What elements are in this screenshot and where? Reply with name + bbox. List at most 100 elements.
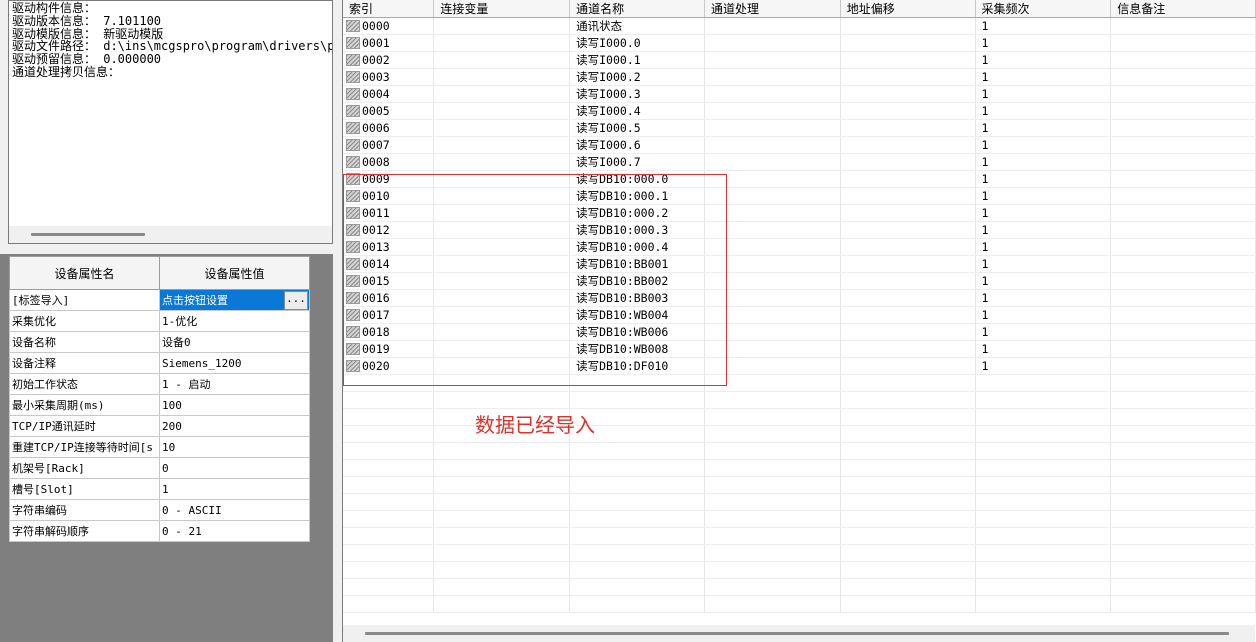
prop-value[interactable]: Siemens_1200: [159, 352, 310, 374]
channel-row[interactable]: [343, 459, 1256, 477]
cell-variable[interactable]: [433, 51, 571, 69]
prop-row[interactable]: 最小采集周期(ms) 100: [9, 394, 310, 416]
channel-row[interactable]: 0012 读写DB10:000.3 1: [343, 221, 1256, 239]
cell-variable[interactable]: [433, 374, 571, 392]
prop-row[interactable]: 字符串解码顺序 0 - 21: [9, 520, 310, 542]
cell-variable[interactable]: [433, 289, 571, 307]
prop-value[interactable]: 1 - 启动: [159, 373, 310, 395]
prop-value[interactable]: 200: [159, 415, 310, 437]
cell-variable[interactable]: [433, 459, 571, 477]
tag-import-button[interactable]: ...: [284, 291, 308, 310]
channel-row[interactable]: 0010 读写DB10:000.1 1: [343, 187, 1256, 205]
cell-variable[interactable]: [433, 357, 571, 375]
channel-row[interactable]: [343, 544, 1256, 562]
cell-variable[interactable]: [433, 476, 571, 494]
channel-row[interactable]: 0005 读写I000.4 1: [343, 102, 1256, 120]
prop-value[interactable]: 0 - 21: [159, 520, 310, 542]
prop-row[interactable]: 采集优化 1-优化: [9, 310, 310, 332]
cell-variable[interactable]: [433, 102, 571, 120]
cell-variable[interactable]: [433, 323, 571, 341]
prop-value[interactable]: 10: [159, 436, 310, 458]
cell-variable[interactable]: [433, 153, 571, 171]
prop-value[interactable]: 1: [159, 478, 310, 500]
prop-row[interactable]: [标签导入] 点击按钮设置...: [9, 289, 310, 311]
prop-value[interactable]: 设备0: [159, 331, 310, 353]
grid-horizontal-scrollbar[interactable]: [343, 625, 1255, 642]
header-prop-name[interactable]: 设备属性名: [9, 256, 160, 290]
channel-row[interactable]: [343, 578, 1256, 596]
prop-value[interactable]: 点击按钮设置...: [159, 289, 310, 311]
channel-row[interactable]: 0001 读写I000.0 1: [343, 34, 1256, 52]
prop-row[interactable]: 字符串编码 0 - ASCII: [9, 499, 310, 521]
channel-row[interactable]: 0004 读写I000.3 1: [343, 85, 1256, 103]
cell-variable[interactable]: [433, 272, 571, 290]
channel-row[interactable]: [343, 561, 1256, 579]
channel-row[interactable]: 0016 读写DB10:BB003 1: [343, 289, 1256, 307]
grid-scroll-thumb[interactable]: [365, 632, 1229, 635]
column-header[interactable]: 地址偏移: [840, 0, 976, 18]
channel-row[interactable]: 0011 读写DB10:000.2 1: [343, 204, 1256, 222]
cell-variable[interactable]: [433, 34, 571, 52]
prop-row[interactable]: 设备注释 Siemens_1200: [9, 352, 310, 374]
channel-row[interactable]: [343, 442, 1256, 460]
cell-variable[interactable]: [433, 510, 571, 528]
cell-variable[interactable]: [433, 340, 571, 358]
channel-row[interactable]: 0003 读写I000.2 1: [343, 68, 1256, 86]
cell-variable[interactable]: [433, 17, 571, 35]
cell-variable[interactable]: [433, 68, 571, 86]
channel-row[interactable]: 0017 读写DB10:WB004 1: [343, 306, 1256, 324]
channel-row[interactable]: 0014 读写DB10:BB001 1: [343, 255, 1256, 273]
cell-variable[interactable]: [433, 136, 571, 154]
channel-row[interactable]: 0019 读写DB10:WB008 1: [343, 340, 1256, 358]
column-header[interactable]: 信息备注: [1110, 0, 1256, 18]
channel-row[interactable]: 0002 读写I000.1 1: [343, 51, 1256, 69]
channel-row[interactable]: 0009 读写DB10:000.0 1: [343, 170, 1256, 188]
cell-variable[interactable]: [433, 493, 571, 511]
channel-row[interactable]: [343, 374, 1256, 392]
channel-row[interactable]: 0006 读写I000.5 1: [343, 119, 1256, 137]
cell-variable[interactable]: [433, 595, 571, 613]
cell-variable[interactable]: [433, 561, 571, 579]
prop-row[interactable]: TCP/IP通讯延时 200: [9, 415, 310, 437]
prop-row[interactable]: 机架号[Rack] 0: [9, 457, 310, 479]
cell-variable[interactable]: [433, 170, 571, 188]
channel-row[interactable]: 0013 读写DB10:000.4 1: [343, 238, 1256, 256]
channel-row[interactable]: [343, 476, 1256, 494]
info-scroll-thumb[interactable]: [31, 233, 145, 236]
prop-row[interactable]: 设备名称 设备0: [9, 331, 310, 353]
cell-variable[interactable]: [433, 306, 571, 324]
channel-row[interactable]: [343, 527, 1256, 545]
column-header[interactable]: 连接变量: [433, 0, 571, 18]
channel-row[interactable]: [343, 510, 1256, 528]
prop-value[interactable]: 0 - ASCII: [159, 499, 310, 521]
header-prop-value[interactable]: 设备属性值: [159, 256, 310, 290]
pane-splitter[interactable]: [333, 0, 342, 642]
cell-variable[interactable]: [433, 255, 571, 273]
cell-variable[interactable]: [433, 85, 571, 103]
channel-row[interactable]: 0008 读写I000.7 1: [343, 153, 1256, 171]
prop-value[interactable]: 0: [159, 457, 310, 479]
cell-variable[interactable]: [433, 544, 571, 562]
prop-value[interactable]: 100: [159, 394, 310, 416]
info-horizontal-scrollbar[interactable]: [9, 226, 332, 243]
cell-variable[interactable]: [433, 578, 571, 596]
cell-variable[interactable]: [433, 119, 571, 137]
channel-row[interactable]: [343, 595, 1256, 613]
prop-row[interactable]: 槽号[Slot] 1: [9, 478, 310, 500]
cell-variable[interactable]: [433, 442, 571, 460]
prop-value[interactable]: 1-优化: [159, 310, 310, 332]
channel-row[interactable]: 0018 读写DB10:WB006 1: [343, 323, 1256, 341]
cell-variable[interactable]: [433, 238, 571, 256]
column-header[interactable]: 索引: [343, 0, 435, 18]
channel-row[interactable]: 0015 读写DB10:BB002 1: [343, 272, 1256, 290]
cell-variable[interactable]: [433, 391, 571, 409]
prop-row[interactable]: 初始工作状态 1 - 启动: [9, 373, 310, 395]
column-header[interactable]: 通道处理: [704, 0, 841, 18]
cell-variable[interactable]: [433, 221, 571, 239]
channel-row[interactable]: 0020 读写DB10:DF010 1: [343, 357, 1256, 375]
cell-variable[interactable]: [433, 187, 571, 205]
cell-variable[interactable]: [433, 527, 571, 545]
channel-row[interactable]: 0007 读写I000.6 1: [343, 136, 1256, 154]
column-header[interactable]: 通道名称: [569, 0, 706, 18]
column-header[interactable]: 采集频次: [975, 0, 1112, 18]
